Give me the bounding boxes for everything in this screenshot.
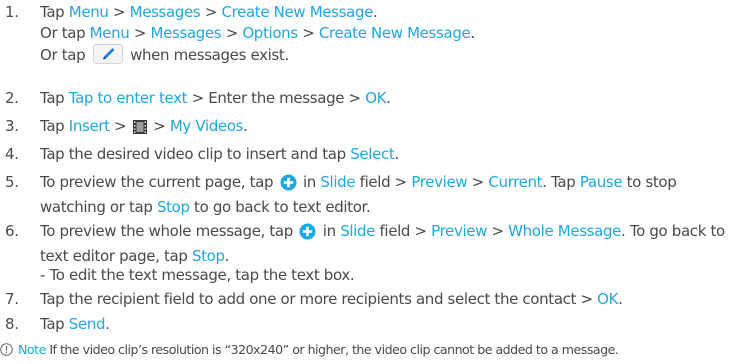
step-2: 2. Tap Tap to enter text > Enter the mes…: [0, 88, 744, 109]
step-1-line-2: Or tap Menu > Messages > Options > Creat…: [40, 24, 475, 42]
slide-link: Slide: [320, 173, 356, 191]
current-link: Current: [488, 173, 543, 191]
preview-link: Preview: [431, 222, 488, 240]
select-link: Select: [350, 145, 395, 163]
pencil-icon: [92, 44, 123, 70]
my-videos-link: My Videos: [169, 117, 244, 135]
preview-link: Preview: [411, 173, 468, 191]
stop-link: Stop: [191, 247, 225, 265]
note-text: If the video clip’s resolution is “320x2…: [45, 342, 619, 357]
step-4: 4. Tap the desired video clip to insert …: [0, 144, 744, 165]
info-circle-icon: [0, 343, 13, 361]
step-number: 4.: [5, 145, 19, 163]
step-7: 7. Tap the recipient field to add one or…: [0, 289, 744, 310]
note: Note If the video clip’s resolution is “…: [0, 341, 619, 361]
pause-link: Pause: [579, 173, 623, 191]
step-number: 2.: [5, 89, 19, 107]
stop-link: Stop: [156, 198, 190, 216]
step-1-line-1: Tap Menu > Messages > Create New Message…: [40, 3, 378, 21]
slide-link: Slide: [340, 222, 376, 240]
add-circle-icon: [280, 174, 297, 197]
ok-link: OK: [597, 290, 619, 308]
menu-link: Menu: [68, 3, 109, 21]
add-circle-icon: [299, 223, 316, 246]
create-new-message-link: Create New Message: [221, 3, 373, 21]
step-number: 6.: [5, 222, 19, 240]
step-number: 1.: [5, 3, 19, 21]
insert-link: Insert: [68, 117, 110, 135]
ok-link: OK: [365, 89, 387, 107]
options-link: Options: [242, 24, 298, 42]
instructions-page: 1. Tap Menu > Messages > Create New Mess…: [0, 0, 750, 364]
note-label: Note: [18, 342, 46, 357]
send-link: Send: [68, 315, 106, 333]
film-icon: [132, 119, 148, 141]
messages-link: Messages: [150, 24, 222, 42]
step-number: 7.: [5, 290, 19, 308]
step-1-line-3: Or tap when messages exist.: [40, 44, 744, 70]
messages-link: Messages: [129, 3, 201, 21]
step-3: 3. Tap Insert > > My Videos.: [0, 116, 744, 141]
step-5: 5. To preview the current page, tap in S…: [0, 172, 744, 218]
step-1: 1. Tap Menu > Messages > Create New Mess…: [0, 2, 744, 70]
step-8: 8. Tap Send.: [0, 314, 744, 335]
step-number: 8.: [5, 315, 19, 333]
step-number: 5.: [5, 173, 19, 191]
create-new-message-link: Create New Message: [318, 24, 471, 42]
tap-to-enter-text-link: Tap to enter text: [68, 89, 188, 107]
sub-note: - To edit the text message, tap the text…: [40, 266, 355, 284]
whole-message-link: Whole Message: [508, 222, 622, 240]
menu-link: Menu: [89, 24, 130, 42]
step-6: 6. To preview the whole message, tap in …: [0, 221, 744, 267]
step-number: 3.: [5, 117, 19, 135]
